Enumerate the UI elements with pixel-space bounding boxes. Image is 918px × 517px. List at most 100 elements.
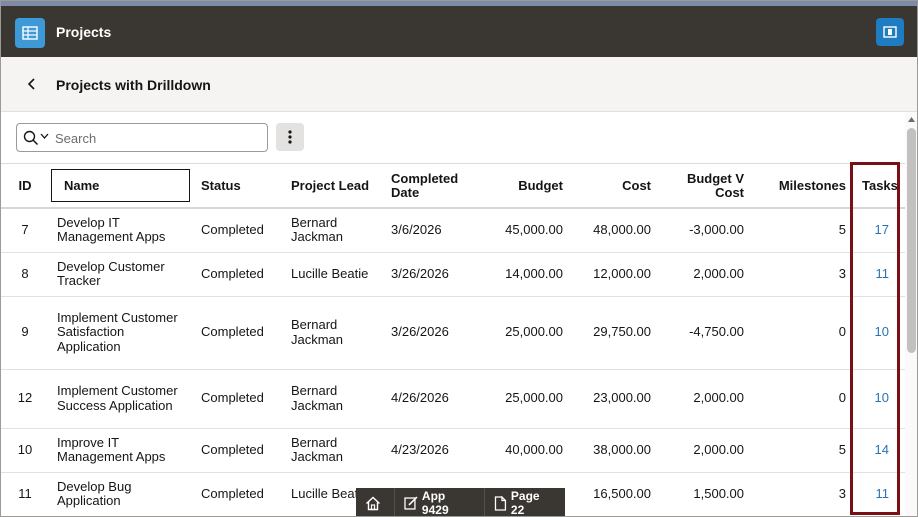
table-row[interactable]: 7 Develop IT Management Apps Completed B… (1, 208, 905, 253)
developer-toolbar: App 9429 Page 22 (356, 488, 565, 517)
projects-table: ID Name Status Project Lead Completed Da… (1, 164, 905, 516)
devbar-home[interactable] (356, 488, 395, 516)
cell-cost: 12,000.00 (571, 252, 659, 297)
cell-budget-v-cost: 2,000.00 (659, 252, 752, 297)
cell-tasks: 11 (854, 472, 905, 516)
cell-date: 3/26/2026 (383, 296, 483, 370)
cell-date: 4/23/2026 (383, 428, 483, 473)
cell-budget-v-cost: 1,500.00 (659, 472, 752, 516)
scrollbar-thumb[interactable] (907, 128, 916, 353)
scroll-up-icon[interactable] (907, 116, 916, 123)
cell-id: 11 (1, 472, 49, 516)
cell-cost: 38,000.00 (571, 428, 659, 473)
search-icon[interactable] (23, 130, 39, 146)
cell-budget: 25,000.00 (483, 369, 571, 429)
cell-lead: Bernard Jackman (283, 296, 383, 370)
cell-budget-v-cost: 2,000.00 (659, 428, 752, 473)
cell-lead: Bernard Jackman (283, 369, 383, 429)
cell-id: 10 (1, 428, 49, 473)
tasks-link[interactable]: 11 (876, 486, 890, 501)
column-header-cost[interactable]: Cost (571, 164, 659, 209)
tasks-link[interactable]: 11 (876, 266, 890, 281)
column-header-budget[interactable]: Budget (483, 164, 571, 209)
column-header-completed-date[interactable]: Completed Date (383, 164, 483, 209)
back-button[interactable] (21, 73, 43, 95)
cell-date: 3/26/2026 (383, 252, 483, 297)
cell-budget: 14,000.00 (483, 252, 571, 297)
grid-toolbar (1, 112, 906, 164)
app-header: Projects (1, 6, 917, 57)
column-header-milestones[interactable]: Milestones (752, 164, 854, 209)
cell-tasks: 10 (854, 296, 905, 370)
tasks-link[interactable]: 17 (875, 222, 889, 237)
cell-name: Implement Customer Success Application (49, 369, 193, 429)
column-header-name-label[interactable]: Name (51, 169, 190, 202)
cell-lead: Bernard Jackman (283, 428, 383, 473)
cell-date: 3/6/2026 (383, 208, 483, 253)
cell-milestones: 5 (752, 428, 854, 473)
cell-milestones: 0 (752, 296, 854, 370)
column-header-tasks[interactable]: Tasks (854, 164, 905, 209)
back-chevron-icon (27, 78, 35, 90)
table-row[interactable]: 9 Implement Customer Satisfaction Applic… (1, 296, 905, 370)
cell-status: Completed (193, 472, 283, 516)
devbar-app[interactable]: App 9429 (395, 488, 485, 516)
cell-budget: 45,000.00 (483, 208, 571, 253)
column-header-project-lead[interactable]: Project Lead (283, 164, 383, 209)
vertical-scrollbar[interactable] (905, 112, 917, 516)
cell-cost: 16,500.00 (571, 472, 659, 516)
table-row[interactable]: 8 Develop Customer Tracker Completed Luc… (1, 252, 905, 297)
cell-status: Completed (193, 296, 283, 370)
column-header-status[interactable]: Status (193, 164, 283, 209)
cell-tasks: 14 (854, 428, 905, 473)
page-icon (494, 495, 507, 511)
cell-milestones: 5 (752, 208, 854, 253)
tasks-link[interactable]: 10 (875, 390, 889, 406)
column-header-budget-v-cost[interactable]: Budget V Cost (659, 164, 752, 209)
devbar-page[interactable]: Page 22 (485, 488, 565, 517)
cell-lead: Bernard Jackman (283, 208, 383, 253)
actions-menu-button[interactable] (276, 123, 304, 151)
projects-grid: ID Name Status Project Lead Completed Da… (1, 163, 906, 516)
user-icon[interactable] (876, 18, 904, 46)
cell-status: Completed (193, 208, 283, 253)
tasks-link[interactable]: 14 (875, 442, 889, 457)
cell-name: Improve IT Management Apps (49, 428, 193, 473)
cell-tasks: 17 (854, 208, 905, 253)
page-title: Projects with Drilldown (56, 77, 211, 93)
cell-budget: 25,000.00 (483, 296, 571, 370)
page-header: Projects with Drilldown (1, 57, 917, 112)
cell-name: Develop IT Management Apps (49, 208, 193, 253)
menu-icon[interactable] (15, 18, 45, 48)
cell-budget: 40,000.00 (483, 428, 571, 473)
cell-date: 4/26/2026 (383, 369, 483, 429)
cell-status: Completed (193, 428, 283, 473)
table-row[interactable]: 10 Improve IT Management Apps Completed … (1, 428, 905, 473)
column-header-name[interactable]: Name (49, 164, 193, 209)
devbar-page-label: Page 22 (510, 489, 540, 517)
search-field[interactable] (16, 123, 268, 152)
cell-cost: 29,750.00 (571, 296, 659, 370)
table-row[interactable]: 12 Implement Customer Success Applicatio… (1, 369, 905, 429)
cell-budget-v-cost: 2,000.00 (659, 369, 752, 429)
cell-milestones: 3 (752, 472, 854, 516)
cell-milestones: 0 (752, 369, 854, 429)
cell-name: Develop Customer Tracker (49, 252, 193, 297)
cell-cost: 48,000.00 (571, 208, 659, 253)
cell-id: 12 (1, 369, 49, 429)
cell-id: 8 (1, 252, 49, 297)
header-row: ID Name Status Project Lead Completed Da… (1, 164, 905, 209)
cell-name: Develop Bug Application (49, 472, 193, 516)
cell-milestones: 3 (752, 252, 854, 297)
search-input[interactable] (55, 128, 260, 148)
app-title: Projects (56, 24, 112, 40)
cell-lead: Lucille Beatie (283, 252, 383, 297)
edit-icon (404, 496, 418, 510)
cell-id: 7 (1, 208, 49, 253)
column-header-id[interactable]: ID (1, 164, 49, 209)
app-window: Projects Projects with Drilldown Search … (0, 0, 918, 517)
tasks-link[interactable]: 10 (875, 324, 889, 340)
chevron-down-icon[interactable] (40, 133, 49, 139)
home-icon (366, 496, 380, 510)
cell-cost: 23,000.00 (571, 369, 659, 429)
